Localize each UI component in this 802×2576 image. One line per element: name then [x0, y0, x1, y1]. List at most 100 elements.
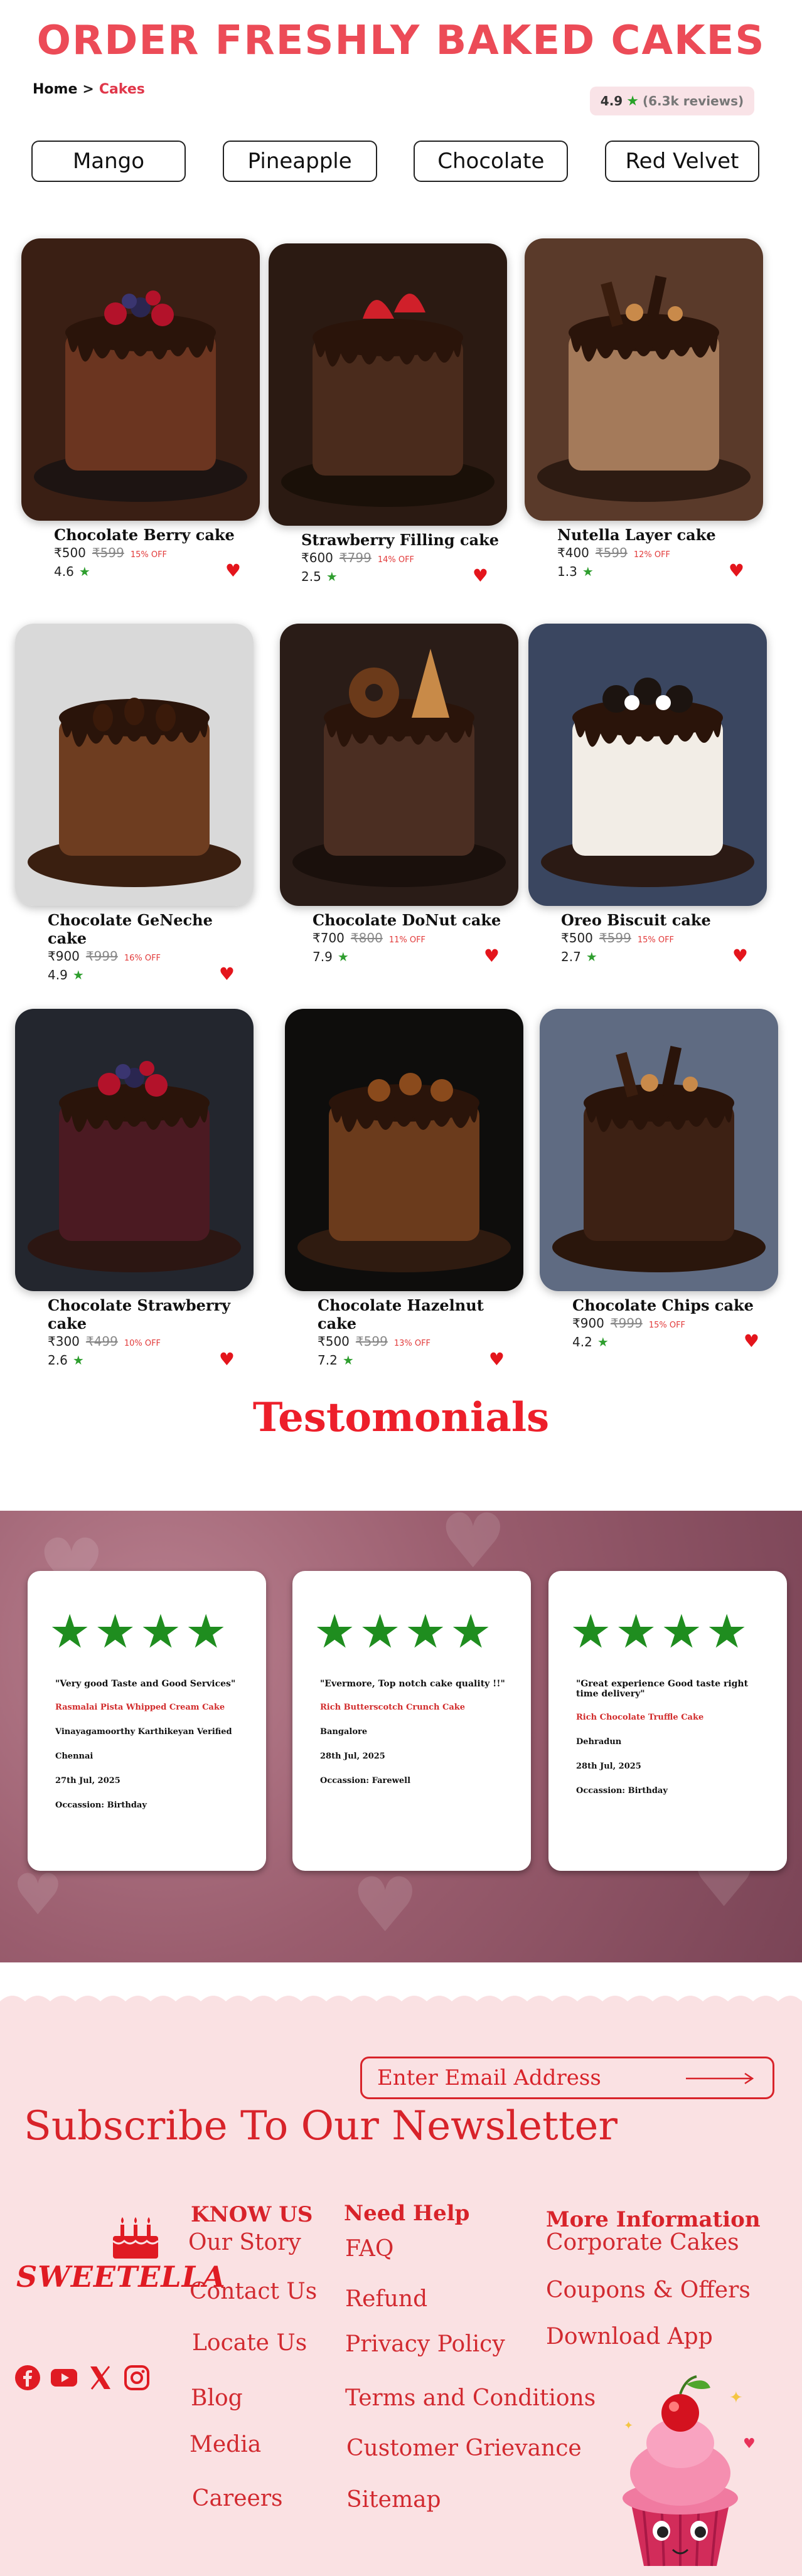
product-mrp: ₹599 — [599, 930, 631, 945]
star-icon: ★ — [570, 1605, 612, 1659]
footer-link-corporate-cakes[interactable]: Corporate Cakes — [546, 2230, 739, 2255]
footer-link-coupons-offers[interactable]: Coupons & Offers — [546, 2277, 751, 2303]
svg-text:♥: ♥ — [743, 2436, 756, 2452]
product-image[interactable] — [280, 624, 518, 906]
facebook-icon[interactable] — [14, 2364, 41, 2392]
flavor-button-chocolate[interactable]: Chocolate — [414, 141, 569, 182]
product-name[interactable]: Chocolate Berry cake — [54, 526, 260, 544]
testimonial-card: ★ ★ ★ ★ "Great experience Good taste right … — [548, 1571, 787, 1871]
arrow-right-icon[interactable] — [686, 2072, 755, 2085]
cake-icon — [112, 2217, 159, 2259]
product-discount: 14% OFF — [377, 555, 415, 565]
product-card[interactable]: Chocolate Hazelnut cake ₹500 ₹599 13% OFF 7.… — [285, 1009, 523, 1370]
product-name[interactable]: Strawberry Filling cake — [301, 531, 507, 549]
product-discount: 10% OFF — [124, 1339, 161, 1348]
footer-link-privacy-policy[interactable]: Privacy Policy — [345, 2331, 505, 2357]
footer-link-our-story[interactable]: Our Story — [188, 2230, 301, 2255]
product-image[interactable] — [540, 1009, 778, 1291]
footer-link-faq[interactable]: FAQ — [345, 2236, 393, 2262]
page: { "header": { "title": "ORDER FRESHLY BA… — [0, 0, 802, 2576]
footer-link-careers[interactable]: Careers — [192, 2486, 283, 2511]
testimonial-occasion: Occassion: Birthday — [55, 1801, 147, 1810]
product-card[interactable]: Chocolate GeNeche cake ₹900 ₹999 16% OFF 4.9… — [15, 624, 254, 984]
product-card[interactable]: Chocolate Strawberry cake ₹300 ₹499 10% OFF… — [15, 1009, 254, 1370]
testimonial-occasion: Occassion: Farewell — [320, 1776, 411, 1786]
product-rating: 4.9 — [48, 967, 68, 982]
product-rating: 1.3 — [557, 564, 577, 579]
brand-logo[interactable]: SWEETELLA — [16, 2215, 225, 2296]
footer-link-contact-us[interactable]: Contact Us — [190, 2279, 317, 2304]
heart-icon[interactable]: ♥ — [473, 565, 488, 586]
heart-icon[interactable]: ♥ — [729, 560, 744, 581]
product-image[interactable] — [525, 238, 763, 521]
cupcake-mascot-image: ✦ ✦ ♥ — [623, 2375, 756, 2567]
product-image[interactable] — [528, 624, 767, 906]
product-name[interactable]: Chocolate GeNeche cake — [48, 911, 254, 947]
product-card[interactable]: Nutella Layer cake ₹400 ₹599 12% OFF 1.3 ★ ♥ — [525, 238, 763, 581]
footer-link-download-app[interactable]: Download App — [546, 2324, 713, 2350]
product-image[interactable] — [269, 243, 507, 526]
heart-icon[interactable]: ♥ — [744, 1331, 759, 1351]
heart-icon[interactable]: ♥ — [225, 560, 241, 581]
footer-link-customer-grievance[interactable]: Customer Grievance — [346, 2435, 582, 2461]
breadcrumb-home[interactable]: Home — [33, 82, 77, 97]
product-mrp: ₹799 — [339, 550, 372, 565]
product-mrp: ₹800 — [350, 930, 383, 945]
product-name[interactable]: Chocolate Hazelnut cake — [318, 1296, 523, 1333]
product-discount: 15% OFF — [637, 935, 675, 945]
product-price: ₹900 — [572, 1316, 604, 1331]
product-image[interactable] — [285, 1009, 523, 1291]
footer-heading: Need Help — [344, 2201, 470, 2226]
product-rating-row: 2.6 ★ ♥ — [48, 1349, 254, 1370]
product-rating-row: 4.2 ★ ♥ — [572, 1331, 778, 1351]
product-card[interactable]: Oreo Biscuit cake ₹500 ₹599 15% OFF 2.7 ★ ♥ — [528, 624, 767, 966]
footer-link-refund[interactable]: Refund — [345, 2286, 427, 2312]
heart-icon[interactable]: ♥ — [484, 945, 500, 966]
product-mrp: ₹599 — [92, 545, 124, 560]
product-discount: 16% OFF — [124, 954, 161, 963]
email-input[interactable]: Enter Email Address — [360, 2057, 774, 2099]
star-icon: ★ — [326, 569, 338, 584]
flavor-button-mango[interactable]: Mango — [31, 141, 186, 182]
product-name[interactable]: Chocolate Strawberry cake — [48, 1296, 254, 1333]
product-image[interactable] — [15, 624, 254, 906]
testimonial-city: Chennai — [55, 1752, 94, 1761]
heart-icon[interactable]: ♥ — [219, 964, 235, 984]
product-card[interactable]: Chocolate Berry cake ₹500 ₹599 15% OFF 4.6 ★ ♥ — [21, 238, 260, 581]
testimonials-title: Testomonials — [252, 1394, 550, 1441]
product-discount: 11% OFF — [388, 935, 426, 945]
product-card[interactable]: Strawberry Filling cake ₹600 ₹799 14% OFF 2.… — [269, 243, 507, 586]
star-icon: ★ — [585, 949, 597, 964]
product-image[interactable] — [21, 238, 260, 521]
footer-column-know-us: KNOW US Our Story Contact Us Locate Us B… — [188, 2202, 317, 2511]
product-rating-row: 4.6 ★ ♥ — [54, 560, 260, 581]
product-card[interactable]: Chocolate Chips cake ₹900 ₹999 15% OFF 4.2 ★ ♥ — [540, 1009, 778, 1351]
footer-link-locate-us[interactable]: Locate Us — [192, 2330, 307, 2356]
footer-link-sitemap[interactable]: Sitemap — [346, 2487, 441, 2513]
product-mrp: ₹599 — [355, 1334, 388, 1349]
product-price-row: ₹600 ₹799 14% OFF — [301, 550, 507, 565]
product-card[interactable]: Chocolate DoNut cake ₹700 ₹800 11% OFF 7.9 ★ ♥ — [280, 624, 518, 966]
testimonial-name: Vinayagamoorthy Karthikeyan Verified — [55, 1727, 232, 1737]
product-image[interactable] — [15, 1009, 254, 1291]
product-name[interactable]: Chocolate Chips cake — [572, 1296, 778, 1314]
heart-icon[interactable]: ♥ — [489, 1349, 505, 1370]
flavor-button-red-velvet[interactable]: Red Velvet — [604, 141, 759, 182]
product-rating: 2.6 — [48, 1353, 68, 1368]
instagram-icon[interactable] — [123, 2364, 151, 2392]
page-title: ORDER FRESHLY BAKED CAKES — [36, 18, 766, 64]
product-name[interactable]: Oreo Biscuit cake — [561, 911, 767, 929]
product-rating: 7.2 — [318, 1353, 338, 1368]
flavor-button-pineapple[interactable]: Pineapple — [222, 141, 377, 182]
x-icon[interactable] — [87, 2364, 114, 2392]
heart-icon[interactable]: ♥ — [219, 1349, 235, 1370]
youtube-icon[interactable] — [50, 2364, 78, 2392]
footer-link-blog[interactable]: Blog — [191, 2385, 243, 2411]
product-name[interactable]: Nutella Layer cake — [557, 526, 763, 544]
footer-link-terms[interactable]: Terms and Conditions — [345, 2385, 596, 2411]
footer-link-media[interactable]: Media — [190, 2432, 261, 2457]
heart-icon[interactable]: ♥ — [732, 945, 748, 966]
product-name[interactable]: Chocolate DoNut cake — [313, 911, 518, 929]
product-price: ₹700 — [313, 930, 345, 945]
product-price-row: ₹500 ₹599 15% OFF — [54, 545, 260, 560]
